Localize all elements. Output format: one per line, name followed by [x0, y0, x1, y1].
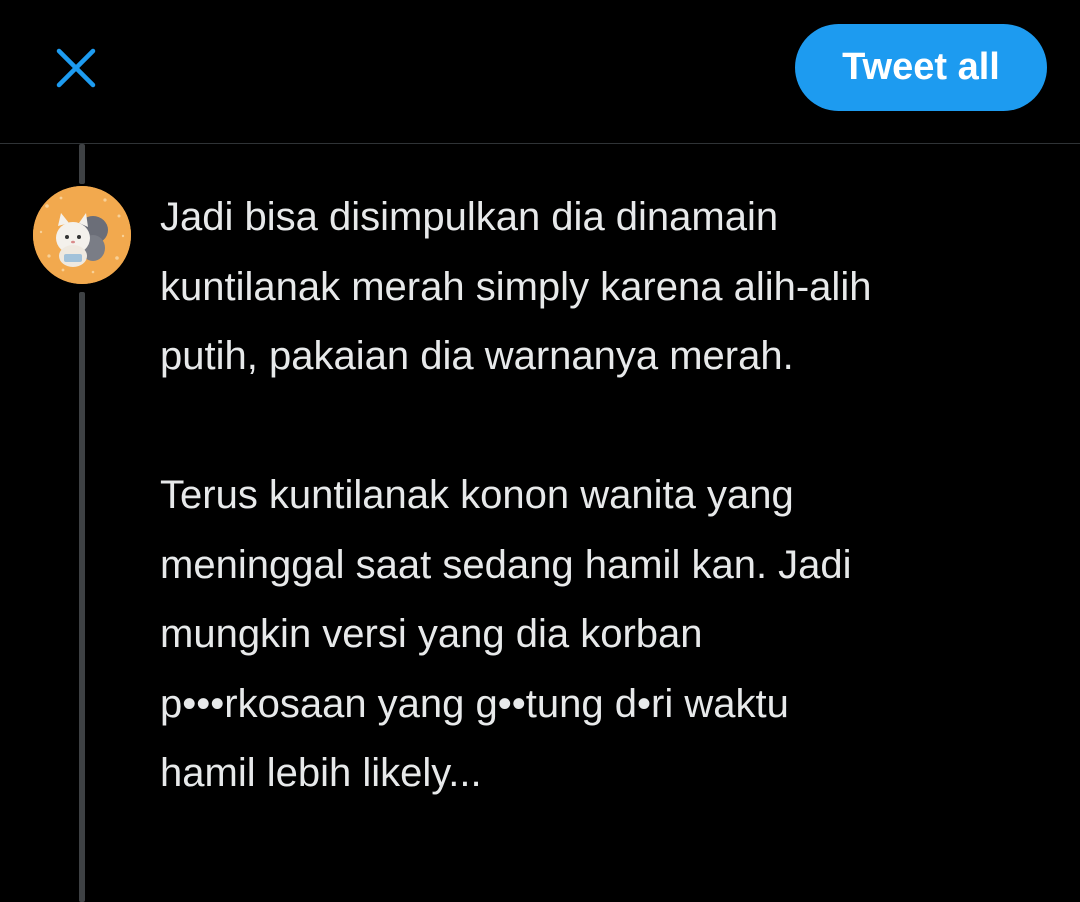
- tweet-paragraph: Terus kuntilanak konon wanita yang menin…: [160, 473, 852, 795]
- thread-line-top: [79, 144, 85, 184]
- tweet-paragraph: Jadi bisa disimpulkan dia dinamain kunti…: [160, 195, 872, 378]
- tweet-text[interactable]: Jadi bisa disimpulkan dia dinamain kunti…: [160, 183, 1065, 809]
- close-button[interactable]: [52, 44, 100, 92]
- thread-line-bottom: [79, 292, 85, 902]
- avatar-cat-icon: [33, 186, 131, 284]
- close-x-icon: [56, 48, 96, 88]
- tweet-all-button[interactable]: Tweet all: [795, 24, 1047, 111]
- composer-header: Tweet all: [0, 0, 1080, 144]
- avatar[interactable]: [33, 186, 131, 284]
